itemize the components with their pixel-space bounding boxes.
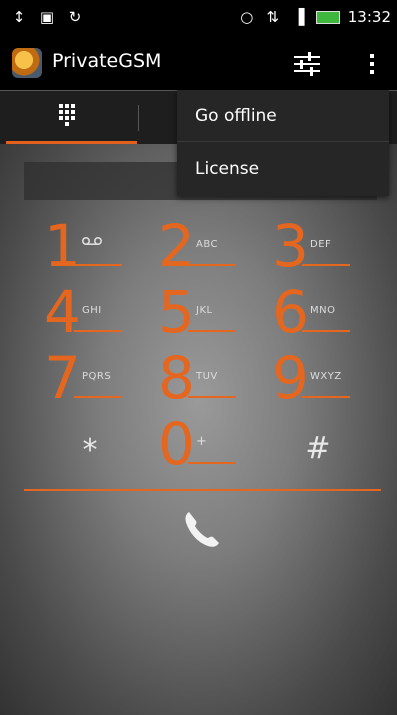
key-digit: 7 <box>44 344 81 412</box>
status-time: 13:32 <box>347 8 391 26</box>
status-icons-left: ↕ ▣ ↻ <box>10 8 84 26</box>
usb-icon: ↕ <box>12 8 26 26</box>
key-star[interactable]: * <box>60 426 120 476</box>
overflow-menu-button[interactable] <box>358 46 386 82</box>
tab-dialpad[interactable] <box>0 91 137 145</box>
dialpad-icon <box>59 104 75 126</box>
key-letters: MNO <box>310 305 336 316</box>
key-digit: 0 <box>158 410 195 478</box>
key-6[interactable]: 6 MNO <box>272 280 382 350</box>
voicemail-icon <box>81 236 103 249</box>
key-underline <box>74 264 122 266</box>
key-digit: 8 <box>158 344 195 412</box>
app-title: PrivateGSM <box>52 50 162 72</box>
key-underline <box>188 330 236 332</box>
key-letters: JKL <box>196 305 213 316</box>
call-button[interactable] <box>175 502 229 556</box>
key-letters: PQRS <box>82 371 112 382</box>
status-bar: ↕ ▣ ↻ ○ ⇅ ▐ 13:32 <box>0 0 397 36</box>
key-letters: GHI <box>82 305 102 316</box>
key-digit: 1 <box>44 212 81 280</box>
image-icon: ▣ <box>39 8 55 26</box>
key-digit: 3 <box>272 212 309 280</box>
menu-item-license[interactable]: License <box>177 143 389 195</box>
key-letters: WXYZ <box>310 371 342 382</box>
key-letters: DEF <box>310 239 332 250</box>
key-hash[interactable]: # <box>288 424 348 474</box>
more-vert-icon <box>370 54 374 74</box>
battery-icon <box>315 10 340 24</box>
key-underline <box>302 396 350 398</box>
key-8[interactable]: 8 TUV <box>158 346 268 416</box>
key-2[interactable]: 2 ABC <box>158 214 268 284</box>
menu-item-go-offline[interactable]: Go offline <box>177 90 389 142</box>
dialer-panel: 1 2 ABC 3 DEF 4 GHI 5 JKL 6 MNO 7 PQRS 8… <box>0 144 397 715</box>
keypad-divider <box>24 489 381 491</box>
phone-icon <box>185 512 219 547</box>
key-underline <box>188 264 236 266</box>
key-underline <box>302 330 350 332</box>
sync-icon: ↻ <box>68 8 82 26</box>
key-underline <box>302 264 350 266</box>
key-underline <box>74 330 122 332</box>
status-icons-right: ○ ⇅ ▐ 13:32 <box>238 8 391 26</box>
settings-sliders-button[interactable] <box>288 46 328 82</box>
key-5[interactable]: 5 JKL <box>158 280 268 350</box>
key-digit: 2 <box>158 212 195 280</box>
key-letters: TUV <box>196 371 218 382</box>
key-digit: 6 <box>272 278 309 346</box>
key-letters: ABC <box>196 239 219 250</box>
data-transfer-icon: ⇅ <box>266 8 280 26</box>
key-letters: + <box>196 434 208 449</box>
key-digit: 4 <box>44 278 81 346</box>
key-digit: 9 <box>272 344 309 412</box>
key-underline <box>74 396 122 398</box>
sliders-icon <box>294 52 320 76</box>
key-4[interactable]: 4 GHI <box>44 280 154 350</box>
key-1[interactable]: 1 <box>44 214 154 284</box>
action-bar: PrivateGSM <box>0 36 397 90</box>
key-underline <box>188 462 236 464</box>
signal-icon: ▐ <box>292 8 305 26</box>
key-digit: 5 <box>158 278 195 346</box>
key-0[interactable]: 0 + <box>158 412 268 482</box>
key-9[interactable]: 9 WXYZ <box>272 346 382 416</box>
tab-divider <box>138 105 139 131</box>
overflow-menu: Go offline License <box>177 90 389 196</box>
key-underline <box>188 396 236 398</box>
key-3[interactable]: 3 DEF <box>272 214 382 284</box>
alarm-icon: ○ <box>240 8 254 26</box>
app-logo-icon[interactable] <box>12 48 42 78</box>
key-7[interactable]: 7 PQRS <box>44 346 154 416</box>
